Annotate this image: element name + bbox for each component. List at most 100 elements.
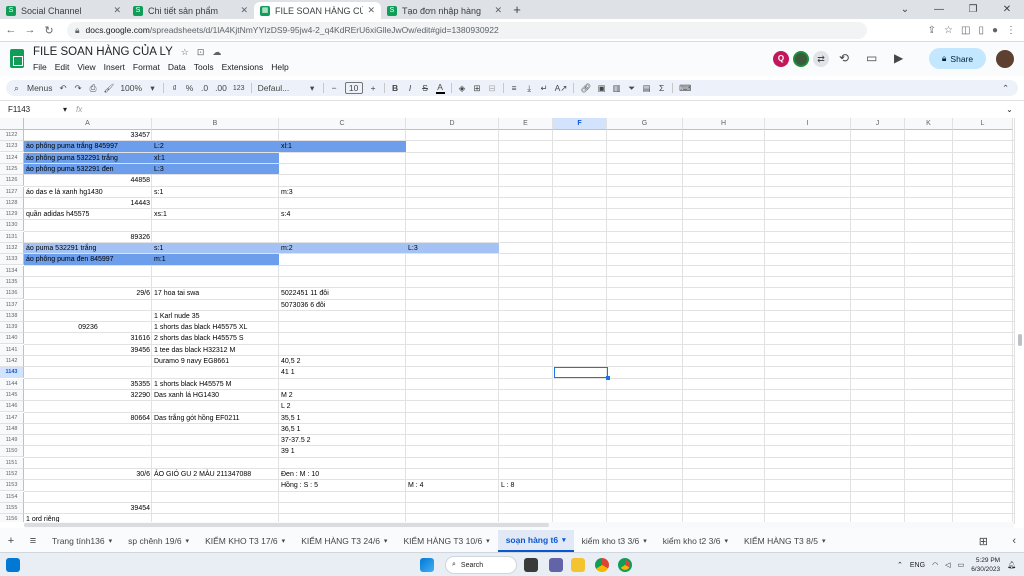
cell-b1127[interactable]: s:1 (152, 187, 279, 198)
cell-c1149[interactable]: 37-37.5 2 (279, 435, 406, 446)
cell-b1140[interactable]: 2 shorts das black H45575 S (152, 333, 279, 344)
cell-a1140[interactable]: 31616 (24, 333, 152, 344)
collaborator-avatar[interactable]: Q (773, 51, 789, 67)
menu-edit[interactable]: Edit (55, 62, 70, 72)
text-color-icon[interactable]: A (435, 82, 445, 94)
italic-icon[interactable]: I (406, 83, 415, 93)
scrollbar-thumb[interactable] (1018, 334, 1022, 346)
column-header-h[interactable]: H (683, 118, 765, 130)
percent-format-button[interactable]: % (185, 83, 194, 93)
star-icon[interactable]: ☆ (944, 25, 953, 36)
maximize-icon[interactable]: ❐ (956, 0, 990, 19)
teams-icon[interactable] (549, 558, 563, 572)
bold-icon[interactable]: B (391, 83, 400, 93)
print-icon[interactable]: ⎙ (89, 83, 98, 94)
row-header[interactable]: 1133 (0, 254, 24, 266)
cell-b1124[interactable]: xl:1 (152, 153, 279, 164)
cell-a1156[interactable]: 1 ord riêng (24, 514, 152, 522)
cell-c1129[interactable]: s:4 (279, 209, 406, 220)
row-header[interactable]: 1140 (0, 333, 24, 345)
cell-c1132[interactable]: m:2 (279, 243, 406, 254)
url-field[interactable]: 🔒︎ docs.google.com /spreadsheets/d/1lA4K… (67, 21, 867, 39)
row-header[interactable]: 1138 (0, 310, 24, 322)
vertical-align-icon[interactable]: ⤓ (525, 83, 534, 94)
close-icon[interactable]: ✕ (113, 5, 121, 16)
chevron-up-icon[interactable]: ⌃ (897, 561, 903, 569)
row-header[interactable]: 1128 (0, 197, 24, 209)
sheet-tab[interactable]: KIỂM KHO T3 17/6 ▾ (197, 530, 293, 552)
cell-a1123[interactable]: áo phông puma trắng 845997 (24, 141, 152, 152)
filter-icon[interactable]: ⏷ (627, 83, 636, 94)
row-header[interactable]: 1151 (0, 457, 24, 469)
column-header-b[interactable]: B (152, 118, 279, 130)
minimize-icon[interactable]: — (922, 0, 956, 19)
formula-input[interactable] (90, 103, 1005, 117)
explore-icon[interactable]: ⊞ (979, 535, 988, 548)
meet-icon[interactable]: ▶ (894, 51, 903, 65)
chevron-down-icon[interactable]: ▾ (822, 537, 826, 545)
menus-search[interactable]: Menus (27, 83, 53, 93)
column-header-e[interactable]: E (499, 118, 553, 130)
extensions-icon[interactable]: ◫ (961, 25, 970, 36)
more-formats-button[interactable]: 123 (233, 85, 245, 92)
menu-data[interactable]: Data (168, 62, 186, 72)
sheet-tab[interactable]: KIỂM HÀNG T3 24/6 ▾ (293, 530, 395, 552)
chevron-down-icon[interactable]: ▾ (643, 537, 647, 545)
chevron-down-icon[interactable]: ▾ (562, 536, 566, 544)
column-header-d[interactable]: D (406, 118, 499, 130)
borders-icon[interactable]: ⊞ (473, 83, 482, 94)
column-header-a[interactable]: A (24, 118, 152, 130)
row-header[interactable]: 1143 (0, 367, 24, 379)
cell-a1147[interactable]: 80664 (24, 413, 152, 424)
cell-b1139[interactable]: 1 shorts das black H45575 XL (152, 322, 279, 333)
row-header[interactable]: 1122 (0, 130, 24, 141)
cell-b1144[interactable]: 1 shorts black H45575 M (152, 379, 279, 390)
browser-tab-file-soan-hang[interactable]: ▦ FILE SOAN HÀNG CỦA LY - Goo ✕ (254, 2, 381, 19)
increase-decimal-button[interactable]: .00 (215, 83, 227, 93)
undo-icon[interactable]: ↶ (59, 83, 68, 94)
redo-icon[interactable]: ↷ (74, 83, 83, 94)
sheet-tab[interactable]: sp chênh 19/6 ▾ (120, 530, 197, 552)
row-header[interactable]: 1154 (0, 491, 24, 503)
volume-icon[interactable]: ◁ (945, 561, 950, 569)
cell-b1141[interactable]: 1 tee das black H32312 M (152, 345, 279, 356)
row-header[interactable]: 1141 (0, 344, 24, 356)
insert-link-icon[interactable]: 🔗︎ (580, 83, 591, 94)
cell-b1133[interactable]: m:1 (152, 254, 279, 265)
text-rotation-icon[interactable]: A↗ (555, 83, 568, 94)
row-header[interactable]: 1139 (0, 322, 24, 334)
cell-c1146[interactable]: L 2 (279, 401, 406, 412)
input-tools-icon[interactable]: ⌨ (679, 83, 691, 94)
chevron-down-icon[interactable]: ▾ (282, 537, 286, 545)
cell-b1132[interactable]: s:1 (152, 243, 279, 254)
cell-a1155[interactable]: 39454 (24, 503, 152, 514)
sheet-tab[interactable]: kiểm kho t2 3/6 ▾ (655, 530, 736, 552)
cell-c1152[interactable]: Đen : M : 10 (279, 469, 406, 480)
cell-b1129[interactable]: xs:1 (152, 209, 279, 220)
task-view-icon[interactable] (524, 558, 538, 572)
name-box[interactable]: F1143 (0, 105, 60, 114)
vertical-scrollbar[interactable] (1014, 118, 1024, 524)
cell-c1153[interactable]: Hồng : S : 5 (279, 480, 406, 491)
cell-c1142[interactable]: 40,5 2 (279, 356, 406, 367)
menu-format[interactable]: Format (133, 62, 160, 72)
cell-a1131[interactable]: 89326 (24, 232, 152, 243)
present-icon[interactable]: ⇄ (813, 51, 829, 67)
cell-a1128[interactable]: 14443 (24, 198, 152, 209)
chevron-down-icon[interactable]: ▾ (724, 537, 728, 545)
merge-cells-icon[interactable]: ⊟ (488, 83, 497, 94)
row-header[interactable]: 1144 (0, 378, 24, 390)
column-header-l[interactable]: L (953, 118, 1013, 130)
close-icon[interactable]: ✕ (367, 5, 375, 16)
cell-b1152[interactable]: ÁO GIÓ GU 2 MÀU 211347088 (152, 469, 279, 480)
star-icon[interactable]: ☆ (181, 47, 189, 58)
cell-b1123[interactable]: L:2 (152, 141, 279, 152)
battery-icon[interactable]: ▭ (958, 561, 965, 569)
cell-b1145[interactable]: Das xanh lá HG1430 (152, 390, 279, 401)
forward-icon[interactable]: → (22, 24, 38, 36)
cell-c1147[interactable]: 35,5 1 (279, 413, 406, 424)
cell-a1139[interactable]: 09236 (24, 322, 152, 333)
decrease-font-size-icon[interactable]: − (330, 83, 339, 93)
row-header[interactable]: 1126 (0, 175, 24, 187)
collapse-toolbar-icon[interactable]: ⌃ (1001, 83, 1010, 94)
